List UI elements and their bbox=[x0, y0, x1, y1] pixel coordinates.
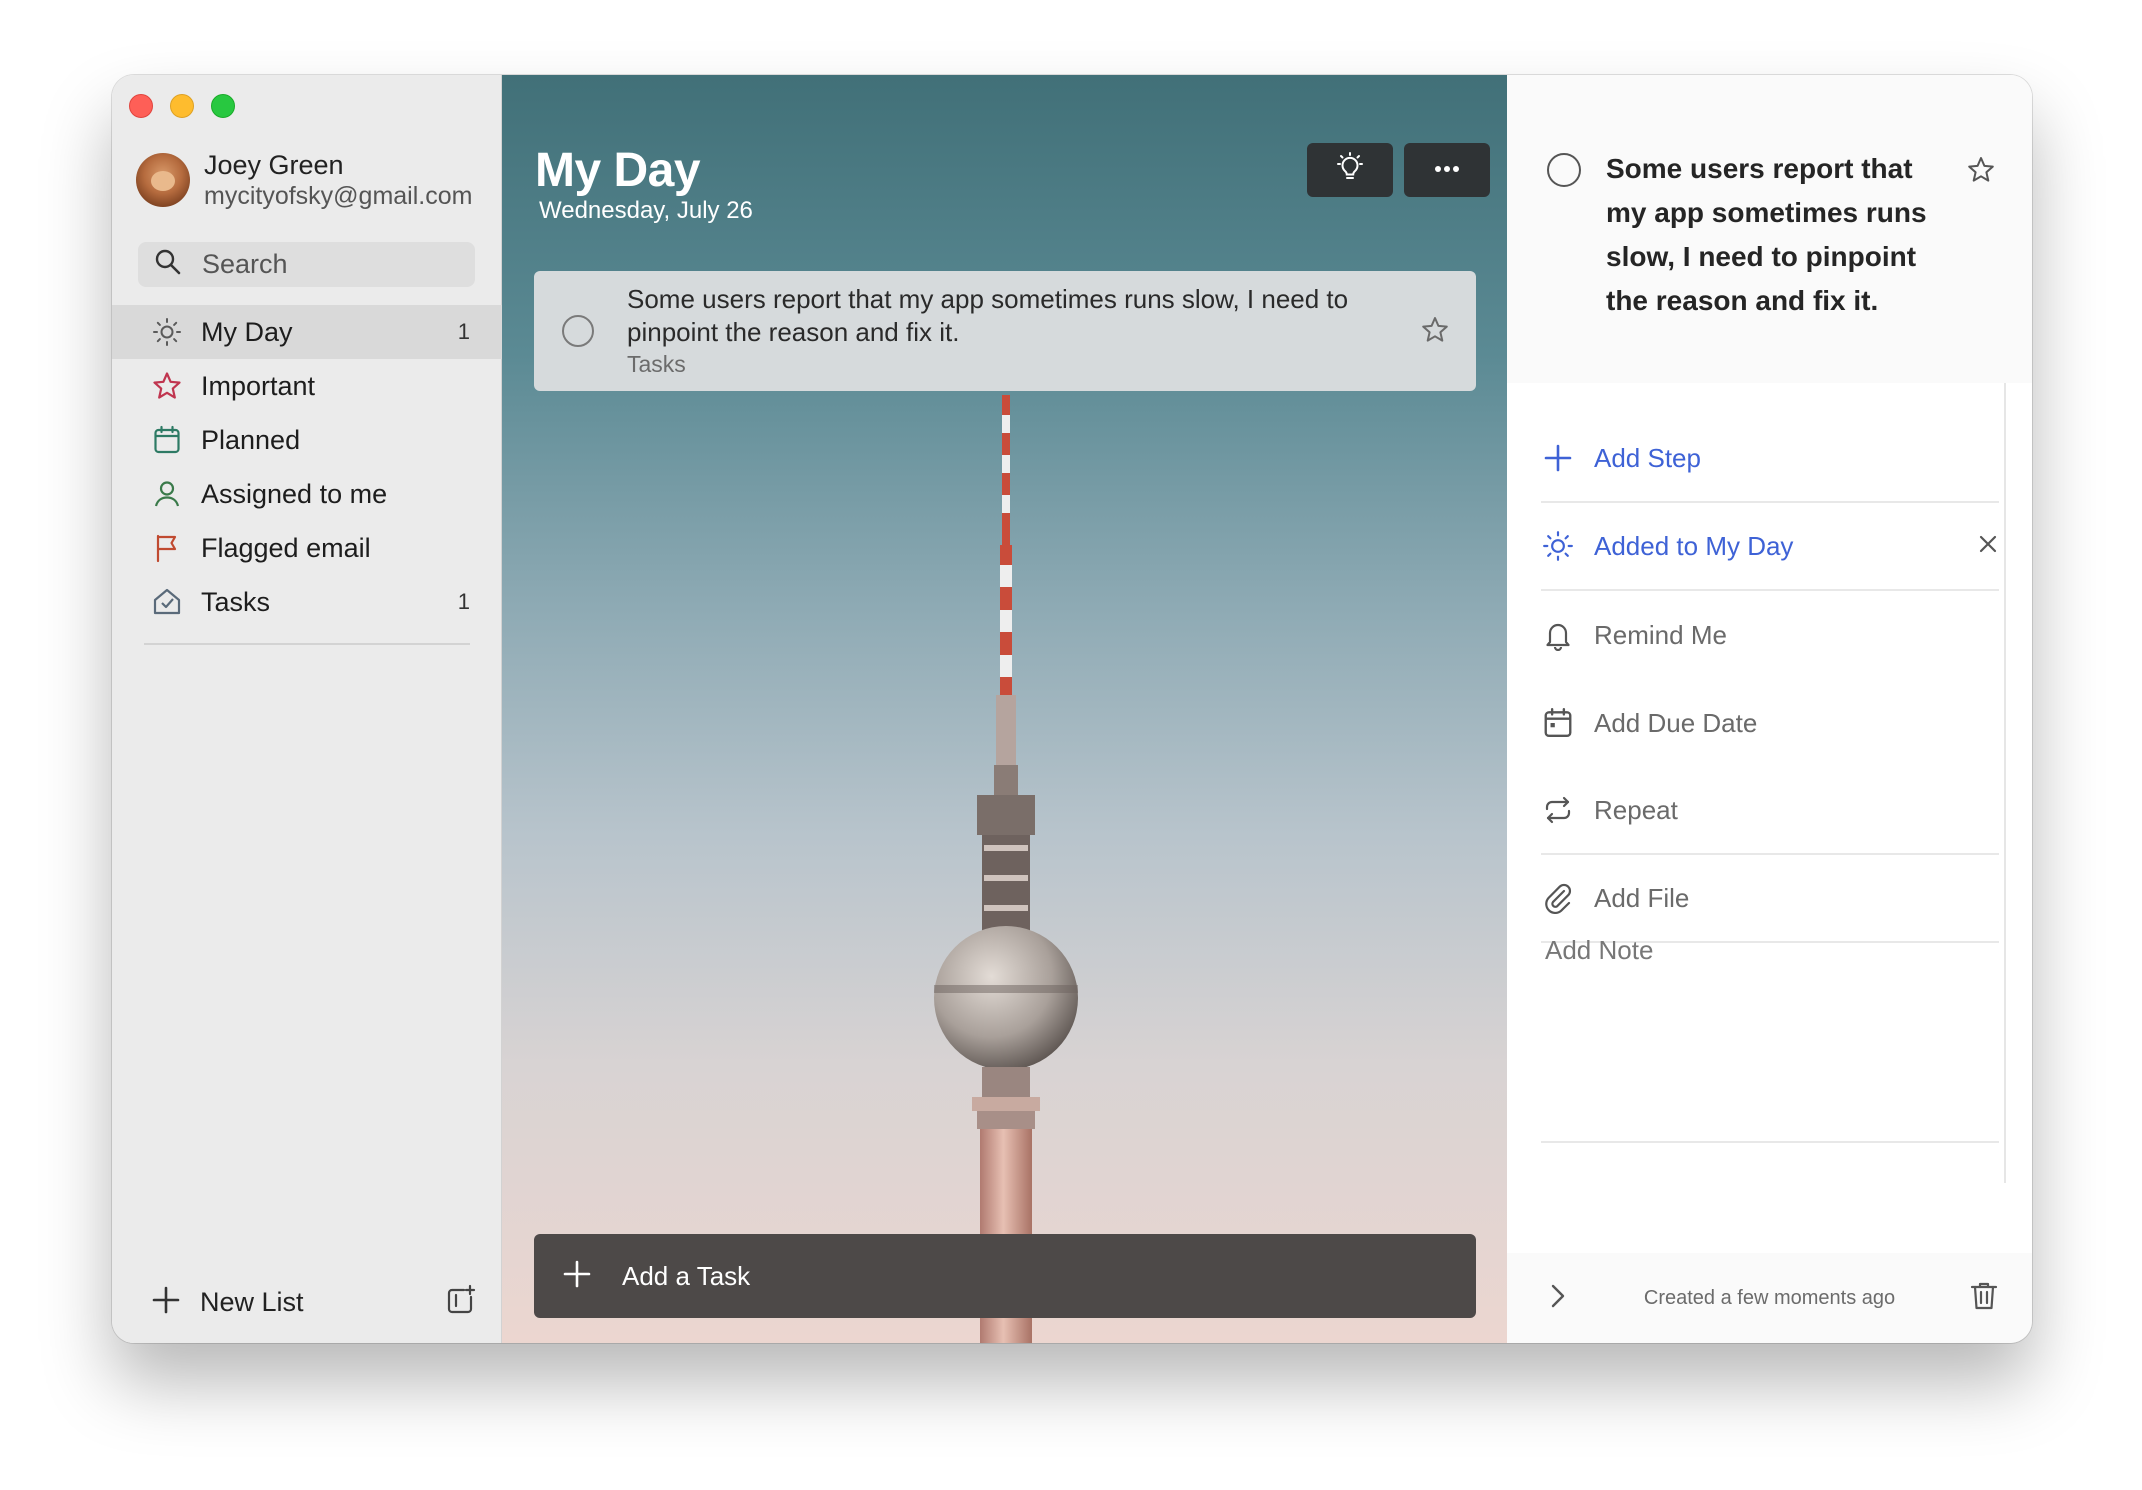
note-divider bbox=[1541, 1141, 1999, 1143]
added-to-my-day-label: Added to My Day bbox=[1594, 530, 1794, 561]
repeat-label: Repeat bbox=[1594, 794, 1678, 825]
repeat-button[interactable]: Repeat bbox=[1541, 767, 1999, 855]
new-list-button[interactable]: New List bbox=[152, 1284, 477, 1321]
sidebar-item-label: My Day bbox=[201, 316, 293, 347]
profile-name: Joey Green bbox=[204, 150, 344, 180]
add-file-label: Add File bbox=[1594, 882, 1690, 913]
task-title: Some users report that my app sometimes … bbox=[627, 284, 1349, 347]
search-field[interactable]: Search bbox=[138, 242, 475, 287]
account-profile[interactable]: Joey Green mycityofsky@gmail.com bbox=[136, 149, 472, 211]
detail-complete-checkbox[interactable] bbox=[1547, 153, 1581, 187]
chevron-right-icon[interactable] bbox=[1547, 1282, 1569, 1315]
detail-task-title[interactable]: Some users report that my app sometimes … bbox=[1606, 147, 1946, 323]
sidebar-item-count: 1 bbox=[457, 589, 470, 614]
more-options-button[interactable] bbox=[1404, 143, 1490, 197]
background-tower-image bbox=[934, 395, 1078, 1343]
sidebar-item-important[interactable]: Important bbox=[112, 359, 502, 413]
plus-icon bbox=[1541, 441, 1575, 475]
created-timestamp: Created a few moments ago bbox=[1643, 1286, 1896, 1309]
paperclip-icon bbox=[1541, 881, 1575, 915]
profile-email: mycityofsky@gmail.com bbox=[204, 182, 473, 210]
person-icon bbox=[152, 479, 182, 509]
star-icon bbox=[152, 371, 182, 401]
search-placeholder: Search bbox=[202, 249, 288, 279]
sidebar-item-assigned-to-me[interactable]: Assigned to me bbox=[112, 467, 502, 521]
sidebar-item-label: Flagged email bbox=[201, 532, 371, 563]
app-window: Joey Green mycityofsky@gmail.com Search … bbox=[112, 75, 2032, 1343]
calendar-icon bbox=[152, 425, 182, 455]
trash-icon[interactable] bbox=[1970, 1281, 1998, 1316]
sidebar-item-tasks[interactable]: Tasks 1 bbox=[112, 575, 502, 629]
add-task-field[interactable]: Add a Task bbox=[534, 1234, 1476, 1318]
sidebar-item-label: Assigned to me bbox=[201, 478, 388, 509]
remind-me-button[interactable]: Remind Me bbox=[1541, 591, 1999, 679]
star-icon[interactable] bbox=[1420, 315, 1450, 350]
calendar-icon bbox=[1541, 706, 1575, 740]
plus-icon bbox=[562, 1259, 592, 1294]
sidebar-item-label: Tasks bbox=[201, 586, 271, 617]
add-task-placeholder: Add a Task bbox=[622, 1260, 751, 1291]
sidebar-item-my-day[interactable]: My Day 1 bbox=[112, 305, 502, 359]
detail-header: Some users report that my app sometimes … bbox=[1507, 75, 2032, 383]
my-day-panel: My Day Wednesday, July 26 Some users rep… bbox=[502, 75, 1507, 1343]
detail-footer: Created a few moments ago bbox=[1507, 1253, 2032, 1343]
plus-icon bbox=[152, 1286, 180, 1319]
profile-text: Joey Green mycityofsky@gmail.com bbox=[204, 149, 472, 211]
add-note-field[interactable]: Add Note bbox=[1545, 935, 1653, 966]
sidebar-item-label: Important bbox=[201, 370, 316, 401]
sun-icon bbox=[1541, 529, 1575, 563]
lightbulb-icon bbox=[1333, 151, 1367, 190]
add-due-date-label: Add Due Date bbox=[1594, 707, 1758, 738]
bell-icon bbox=[1541, 618, 1575, 652]
flag-icon bbox=[152, 533, 182, 563]
zoom-window-button[interactable] bbox=[211, 94, 235, 118]
add-due-date-button[interactable]: Add Due Date bbox=[1541, 679, 1999, 767]
sidebar-item-flagged-email[interactable]: Flagged email bbox=[112, 521, 502, 575]
added-to-my-day-row[interactable]: Added to My Day bbox=[1541, 503, 1999, 591]
add-step-button[interactable]: Add Step bbox=[1541, 415, 1999, 503]
add-step-label: Add Step bbox=[1594, 442, 1701, 473]
house-icon bbox=[152, 587, 182, 617]
task-list-name: Tasks bbox=[627, 351, 686, 377]
detail-scrollbar[interactable] bbox=[2004, 383, 2006, 1183]
add-file-button[interactable]: Add File bbox=[1541, 855, 1999, 943]
minimize-window-button[interactable] bbox=[170, 94, 194, 118]
sidebar: Joey Green mycityofsky@gmail.com Search … bbox=[112, 75, 502, 1343]
avatar bbox=[136, 153, 190, 207]
task-item[interactable]: Some users report that my app sometimes … bbox=[534, 271, 1476, 391]
sidebar-item-count: 1 bbox=[457, 319, 470, 344]
close-icon[interactable] bbox=[1977, 533, 1999, 560]
star-icon[interactable] bbox=[1966, 155, 1996, 190]
list-date: Wednesday, July 26 bbox=[539, 197, 753, 224]
suggestions-button[interactable] bbox=[1307, 143, 1393, 197]
more-icon bbox=[1432, 161, 1462, 179]
repeat-icon bbox=[1541, 793, 1575, 827]
new-list-label: New List bbox=[200, 1287, 304, 1317]
sidebar-divider bbox=[144, 643, 470, 645]
sidebar-item-label: Planned bbox=[201, 424, 301, 455]
new-group-icon[interactable] bbox=[445, 1284, 477, 1321]
task-detail-panel: Some users report that my app sometimes … bbox=[1507, 75, 2032, 1343]
task-complete-checkbox[interactable] bbox=[562, 315, 594, 347]
window-controls bbox=[129, 94, 235, 118]
close-window-button[interactable] bbox=[129, 94, 153, 118]
search-icon bbox=[154, 248, 182, 281]
remind-me-label: Remind Me bbox=[1594, 619, 1727, 650]
sun-icon bbox=[152, 317, 182, 347]
sidebar-nav: My Day 1 Important Planned Assigned to m… bbox=[112, 305, 502, 629]
sidebar-item-planned[interactable]: Planned bbox=[112, 413, 502, 467]
list-title: My Day bbox=[535, 144, 701, 197]
